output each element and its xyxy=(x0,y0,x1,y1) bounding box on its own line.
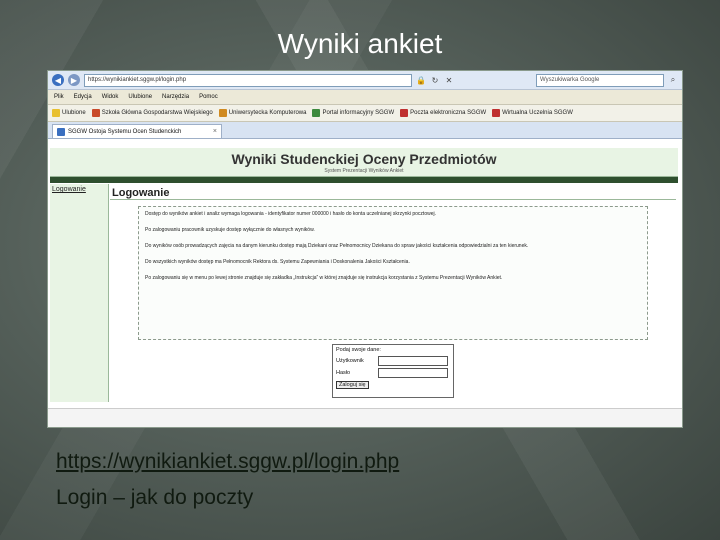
stop-icon[interactable]: ✕ xyxy=(444,75,454,85)
info-paragraph: Po zalogowaniu pracownik uzyskuje dostęp… xyxy=(145,227,315,233)
info-paragraph: Do wyników osób prowadzących zajęcia na … xyxy=(145,243,529,249)
star-icon xyxy=(52,109,60,117)
favorites-bar: Ulubione Szkoła Główna Gospodarstwa Wiej… xyxy=(48,105,682,122)
site-icon xyxy=(492,109,501,117)
tab-strip: SGGW Ostoja Systemu Ocen Studenckich × xyxy=(48,122,682,139)
main-content: Logowanie Dostęp do wyników ankiet i ana… xyxy=(110,184,676,402)
login-button[interactable]: Zaloguj się xyxy=(336,381,369,389)
slide-title: Wyniki ankiet xyxy=(277,28,443,59)
info-paragraph: Po zalogowaniu się w menu po lewej stron… xyxy=(145,275,503,281)
browser-window: ◀ ▶ https://wynikiankiet.sggw.pl/login.p… xyxy=(47,70,683,428)
search-input[interactable]: Wyszukiwarka Google xyxy=(536,73,664,87)
favorite-item[interactable]: Portal informacyjny SGGW xyxy=(312,109,394,117)
favorite-label: Poczta elektroniczna SGGW xyxy=(410,110,487,116)
menu-bar: Plik Edycja Widok Ulubione Narzędzia Pom… xyxy=(48,90,682,105)
favorite-label: Portal informacyjny SGGW xyxy=(322,110,395,116)
close-icon[interactable]: × xyxy=(213,128,217,135)
username-label: Użytkownik xyxy=(336,358,364,364)
slide-caption: Login – jak do poczty xyxy=(56,486,254,509)
favorite-label: Szkoła Główna Gospodarstwa Wiejskiego xyxy=(101,110,213,116)
refresh-icon[interactable]: ↻ xyxy=(430,75,440,85)
site-icon xyxy=(91,109,100,117)
favorite-item[interactable]: Szkoła Główna Gospodarstwa Wiejskiego xyxy=(91,109,213,117)
info-box: Dostęp do wyników ankiet i analiz wymaga… xyxy=(138,206,648,340)
password-input[interactable] xyxy=(378,368,448,378)
favorite-item[interactable]: Poczta elektroniczna SGGW xyxy=(400,109,486,117)
web-page: Wyniki Studenckiej Oceny Przedmiotów Sys… xyxy=(48,148,682,410)
username-row: Użytkownik xyxy=(336,356,450,366)
menu-tools[interactable]: Narzędzia xyxy=(162,94,189,100)
site-title: Wyniki Studenckiej Oceny Przedmiotów xyxy=(231,151,497,167)
forward-icon[interactable]: ▶ xyxy=(68,74,80,86)
username-input[interactable] xyxy=(378,356,448,366)
site-icon xyxy=(312,109,321,117)
tab-label: SGGW Ostoja Systemu Ocen Studenckich xyxy=(68,128,182,135)
site-divider-bar xyxy=(50,177,678,183)
back-icon[interactable]: ◀ xyxy=(52,74,64,86)
content-title: Logowanie xyxy=(110,184,676,200)
tab-active[interactable]: SGGW Ostoja Systemu Ocen Studenckich × xyxy=(52,124,222,138)
address-input[interactable]: https://wynikiankiet.sggw.pl/login.php xyxy=(84,73,412,87)
menu-favorites[interactable]: Ulubione xyxy=(128,94,152,100)
site-header: Wyniki Studenckiej Oceny Przedmiotów Sys… xyxy=(50,148,678,177)
favorites-button[interactable]: Ulubione xyxy=(52,109,86,117)
password-label: Hasło xyxy=(336,370,351,376)
password-row: Hasło xyxy=(336,368,450,378)
favorite-label: Wirtualna Uczelnia SGGW xyxy=(502,110,573,116)
favorites-label: Ulubione xyxy=(62,110,86,116)
site-subtitle: System Prezentacji Wyników Ankiet xyxy=(324,168,404,174)
info-paragraph: Dostęp do wyników ankiet i analiz wymaga… xyxy=(145,211,436,217)
sidebar: Logowanie xyxy=(50,184,109,402)
page-icon xyxy=(57,127,65,136)
menu-view[interactable]: Widok xyxy=(102,94,119,100)
site-icon xyxy=(218,109,227,117)
menu-file[interactable]: Plik xyxy=(54,94,64,100)
address-bar-row: ◀ ▶ https://wynikiankiet.sggw.pl/login.p… xyxy=(48,71,682,90)
menu-edit[interactable]: Edycja xyxy=(74,94,92,100)
menu-help[interactable]: Pomoc xyxy=(199,94,218,100)
site-icon xyxy=(400,109,409,117)
login-url-link[interactable]: https://wynikiankiet.sggw.pl/login.php xyxy=(56,450,399,474)
info-paragraph: Do wszystkich wyników dostęp ma Pełnomoc… xyxy=(145,259,410,265)
login-header: Podaj swoje dane: xyxy=(336,347,381,353)
login-form: Podaj swoje dane: Użytkownik Hasło Zalog… xyxy=(332,344,454,398)
sidebar-item-login[interactable]: Logowanie xyxy=(50,184,108,195)
status-bar xyxy=(48,408,682,427)
lock-icon[interactable]: 🔒 xyxy=(416,75,426,85)
favorite-item[interactable]: Uniwersytecka Komputerowa xyxy=(218,109,307,117)
search-icon[interactable]: ⌕ xyxy=(668,75,678,85)
favorite-label: Uniwersytecka Komputerowa xyxy=(228,110,307,116)
favorite-item[interactable]: Wirtualna Uczelnia SGGW xyxy=(492,109,573,117)
